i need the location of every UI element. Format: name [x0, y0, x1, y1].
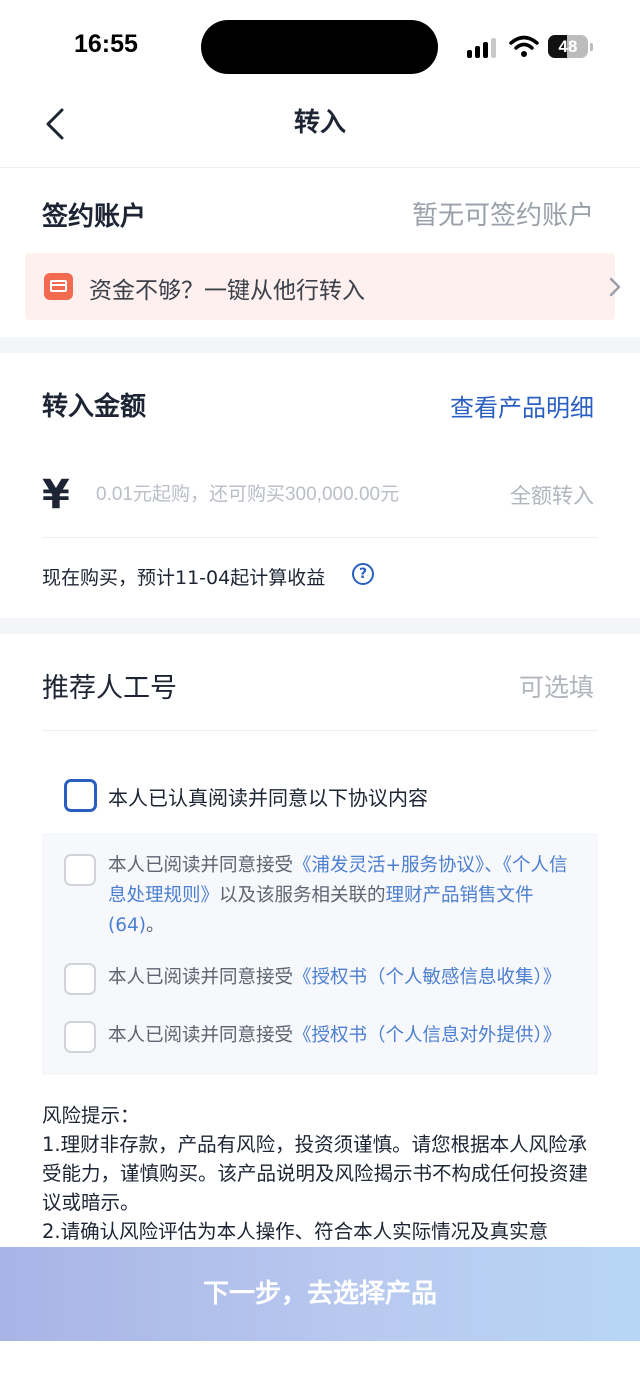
page-title: 转入: [293, 108, 346, 138]
status-time: 16:55: [74, 30, 138, 58]
agreement-text-sensitive-info: 本人已阅读并同意接受《授权书（个人敏感信息收集）》: [108, 967, 562, 988]
agreement-checkbox-sensitive-info[interactable]: [64, 963, 96, 995]
risk-line-1: 1.理财非存款，产品有风险，投资须谨慎。请您根据本人风险承受能力，谨慎购买。该产…: [42, 1133, 589, 1214]
agree-all-label: 本人已认真阅读并同意以下协议内容: [108, 786, 428, 810]
amount-label: 转入金额: [42, 392, 147, 422]
transfer-from-other-bank-banner[interactable]: 资金不够？一键从他行转入: [25, 253, 621, 320]
view-product-detail-link[interactable]: 查看产品明细: [450, 388, 594, 423]
agree-all-checkbox[interactable]: [64, 779, 97, 812]
help-icon[interactable]: ?: [352, 563, 374, 585]
account-label: 签约账户: [42, 202, 147, 232]
agreement-checkbox-info-sharing[interactable]: [64, 1021, 96, 1053]
agreement-text-service: 本人已阅读并同意接受《浦发灵活+服务协议》、《个人信息处理规则》以及该服务相关联…: [108, 855, 568, 936]
referrer-label: 推荐人工号: [42, 673, 177, 704]
sensitive-info-authorization-link[interactable]: 《授权书（个人敏感信息收集）》: [293, 967, 561, 988]
battery-level: 48: [558, 37, 578, 56]
divider: [42, 537, 598, 538]
section-divider: [0, 618, 640, 634]
signal-icon: [467, 36, 501, 58]
referrer-input[interactable]: 可选填: [519, 668, 594, 704]
account-value[interactable]: 暂无可签约账户: [412, 195, 594, 232]
info-sharing-authorization-link[interactable]: 《授权书（个人信息对外提供）》: [293, 1025, 561, 1046]
dynamic-island: [201, 20, 438, 74]
transfer-all-button[interactable]: 全额转入: [510, 480, 594, 510]
divider: [42, 730, 598, 731]
wifi-icon: [509, 35, 539, 57]
risk-line-2: 2.请确认风险评估为本人操作、符合本人实际情况及真实意: [42, 1220, 549, 1243]
nav-bar: 转入: [0, 92, 640, 168]
agreement-checkbox-service[interactable]: [64, 854, 96, 886]
risk-notice: 风险提示： 1.理财非存款，产品有风险，投资须谨慎。请您根据本人风险承受能力，谨…: [42, 1101, 602, 1246]
risk-title: 风险提示：: [42, 1104, 140, 1127]
status-bar: 16:55 48: [0, 0, 640, 92]
battery-icon: 48: [548, 35, 594, 58]
chevron-right-icon: [609, 277, 621, 297]
amount-input[interactable]: [96, 480, 456, 510]
card-icon: [44, 273, 73, 300]
next-select-product-button[interactable]: 下一步，去选择产品: [0, 1247, 640, 1341]
estimate-text: 现在购买，预计11-04起计算收益: [42, 567, 326, 589]
currency-symbol: ¥: [42, 472, 70, 518]
banner-text: 资金不够？一键从他行转入: [89, 278, 365, 304]
section-divider: [0, 337, 640, 353]
agreement-text-info-sharing: 本人已阅读并同意接受《授权书（个人信息对外提供）》: [108, 1025, 562, 1046]
